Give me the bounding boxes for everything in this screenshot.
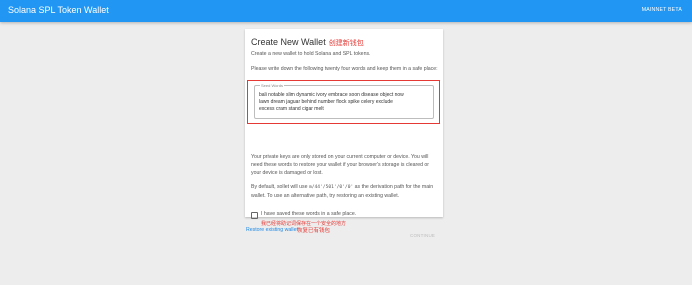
network-select-button[interactable]: MAINNET BETA [642, 7, 682, 13]
restore-wallet-link[interactable]: Restore existing wallet [246, 227, 298, 233]
annotation-arrows [245, 29, 443, 217]
app-title: Solana SPL Token Wallet [8, 5, 109, 15]
create-wallet-card: Create New Wallet 创建新钱包 Create a new wall… [245, 29, 443, 238]
continue-button[interactable]: CONTINUE [410, 233, 435, 238]
app-bar: Solana SPL Token Wallet MAINNET BETA [0, 0, 692, 22]
restore-annotation: 恢复已有钱包 [297, 228, 331, 234]
